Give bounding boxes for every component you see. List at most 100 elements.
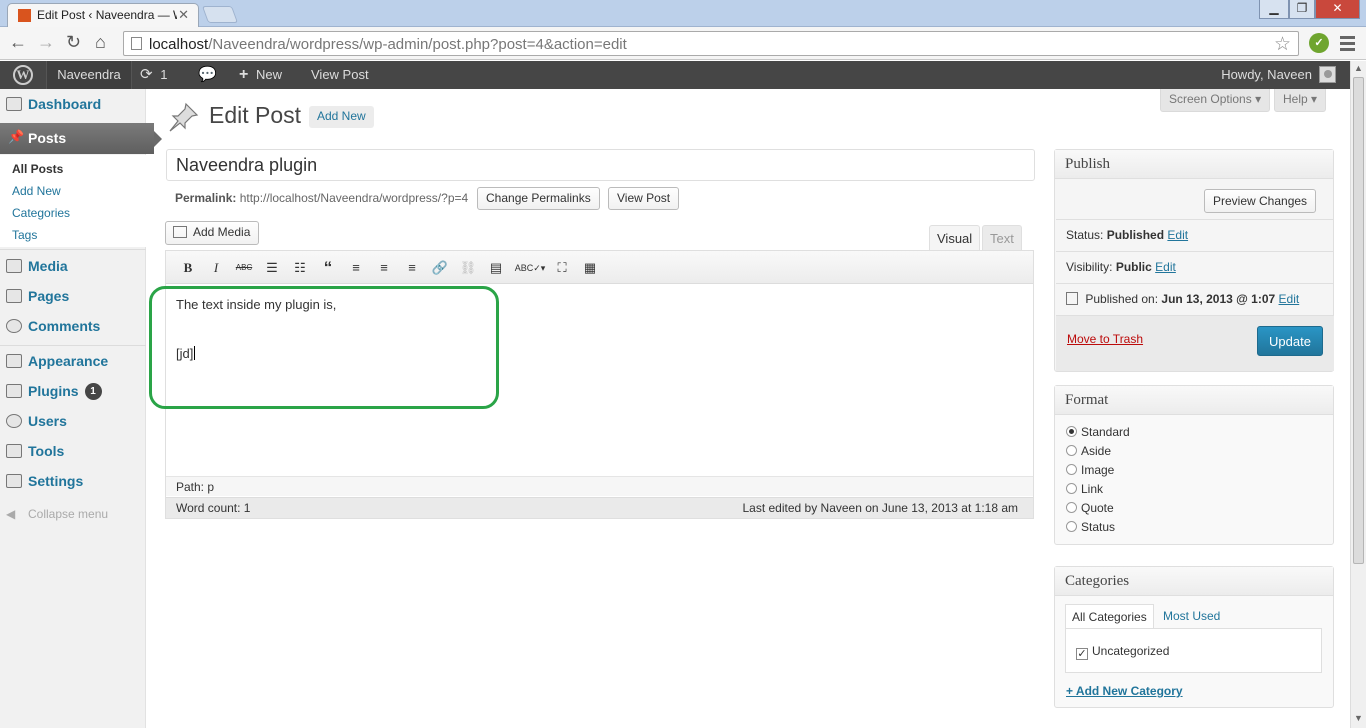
align-right-icon[interactable]: ≡: [402, 258, 422, 278]
sidebar-item-pages[interactable]: Pages: [0, 281, 146, 311]
align-center-icon[interactable]: ≡: [374, 258, 394, 278]
kitchen-sink-icon[interactable]: ▦: [580, 258, 600, 278]
sidebar-sub-all-posts[interactable]: All Posts: [12, 162, 63, 176]
publish-heading: Publish: [1055, 150, 1333, 179]
sidebar-item-posts[interactable]: 📌 Posts: [0, 123, 162, 154]
sidebar-sub-add-new[interactable]: Add New: [12, 184, 61, 198]
last-edited: Last edited by Naveen on June 13, 2013 a…: [742, 501, 1018, 515]
format-option-aside[interactable]: Aside: [1066, 444, 1111, 458]
help-button[interactable]: Help ▾: [1274, 89, 1327, 112]
strikethrough-icon[interactable]: ABC: [234, 258, 254, 278]
sidebar-item-settings[interactable]: Settings: [0, 466, 146, 496]
sidebar-item-dashboard[interactable]: Dashboard: [0, 89, 146, 119]
address-bar[interactable]: localhost/Naveendra/wordpress/wp-admin/p…: [123, 31, 1299, 56]
sidebar-collapse-menu[interactable]: ◀ Collapse menu: [0, 499, 146, 529]
admin-bar-new[interactable]: + New: [239, 61, 282, 89]
format-option-image[interactable]: Image: [1066, 463, 1114, 477]
view-post-button[interactable]: View Post: [608, 187, 680, 210]
radio-icon: [1066, 521, 1077, 532]
admin-bar-updates[interactable]: ⟳ 1: [140, 61, 167, 89]
fullscreen-icon[interactable]: ⛶: [552, 258, 572, 278]
admin-sidebar: Dashboard 📌 Posts All Posts Add New Cate…: [0, 89, 162, 728]
sidebar-sub-categories[interactable]: Categories: [12, 206, 70, 220]
pushpin-icon: 📌: [8, 129, 25, 144]
calendar-icon: [1066, 292, 1078, 305]
close-window-button[interactable]: ✕: [1315, 0, 1360, 19]
help-label: Help: [1283, 92, 1308, 106]
numbered-list-icon[interactable]: ☷: [290, 258, 310, 278]
sidebar-item-appearance[interactable]: Appearance: [0, 346, 146, 376]
tab-visual[interactable]: Visual: [929, 225, 981, 251]
format-option-status[interactable]: Status: [1066, 520, 1115, 534]
scroll-up-arrow-icon[interactable]: ▲: [1354, 63, 1363, 73]
reload-icon[interactable]: ↻: [66, 32, 81, 53]
more-tag-icon[interactable]: ▤: [486, 258, 506, 278]
sidebar-item-tools[interactable]: Tools: [0, 436, 146, 466]
italic-icon[interactable]: I: [206, 258, 226, 278]
add-new-post-button[interactable]: Add New: [309, 106, 374, 128]
admin-bar-site-name[interactable]: Naveendra: [46, 61, 132, 89]
category-item[interactable]: ✓ Uncategorized: [1076, 644, 1169, 660]
screen-options-button[interactable]: Screen Options ▾: [1160, 89, 1271, 112]
permalink: Permalink: http://localhost/Naveendra/wo…: [175, 191, 468, 205]
new-tab-button[interactable]: [201, 6, 239, 23]
tab-close-icon[interactable]: ✕: [178, 7, 189, 23]
extension-icon[interactable]: ✓: [1309, 33, 1329, 53]
updates-icon: ⟳: [140, 66, 153, 83]
update-button[interactable]: Update: [1257, 326, 1323, 356]
sidebar-divider: [0, 249, 146, 250]
sidebar-item-users[interactable]: Users: [0, 406, 146, 436]
edit-visibility-link[interactable]: Edit: [1155, 260, 1176, 274]
edit-date-link[interactable]: Edit: [1279, 292, 1300, 306]
sidebar-item-plugins[interactable]: Plugins 1: [0, 376, 146, 406]
back-arrow-icon[interactable]: ←: [9, 32, 27, 53]
bookmark-star-icon[interactable]: ☆: [1274, 33, 1291, 56]
permalink-url[interactable]: http://localhost/Naveendra/wordpress/?p=…: [240, 191, 468, 205]
scroll-down-arrow-icon[interactable]: ▼: [1354, 713, 1363, 723]
add-media-button[interactable]: Add Media: [165, 221, 260, 245]
align-left-icon[interactable]: ≡: [346, 258, 366, 278]
home-icon[interactable]: ⌂: [95, 32, 106, 53]
link-icon[interactable]: 🔗: [430, 258, 450, 278]
move-to-trash-link[interactable]: Move to Trash: [1067, 332, 1143, 346]
wordpress-logo-icon[interactable]: W: [0, 61, 46, 89]
unlink-icon[interactable]: ⛓: [458, 258, 478, 278]
tab-most-used[interactable]: Most Used: [1157, 604, 1226, 629]
blockquote-icon[interactable]: “: [318, 258, 338, 278]
word-count: Word count: 1: [176, 501, 251, 515]
page-icon: [131, 37, 142, 50]
bold-icon[interactable]: B: [178, 258, 198, 278]
format-option-link[interactable]: Link: [1066, 482, 1103, 496]
browser-menu-icon[interactable]: [1340, 36, 1355, 54]
tab-all-categories[interactable]: All Categories: [1065, 604, 1154, 629]
browser-tab[interactable]: Edit Post ‹ Naveendra — W ✕: [7, 3, 199, 27]
sidebar-item-comments[interactable]: Comments: [0, 311, 146, 341]
edit-status-link[interactable]: Edit: [1167, 228, 1188, 242]
post-title-input[interactable]: Naveendra plugin: [166, 149, 1035, 181]
change-permalinks-button[interactable]: Change Permalinks: [477, 187, 600, 210]
bullet-list-icon[interactable]: ☰: [262, 258, 282, 278]
forward-arrow-icon[interactable]: →: [37, 32, 55, 53]
restore-window-button[interactable]: ❐: [1289, 0, 1315, 19]
avatar[interactable]: [1319, 66, 1336, 83]
scrollbar-thumb[interactable]: [1353, 77, 1364, 564]
minimize-window-button[interactable]: ▁: [1259, 0, 1289, 19]
admin-bar-view-post[interactable]: View Post: [311, 61, 369, 89]
sidebar-item-media[interactable]: Media: [0, 251, 146, 281]
add-new-category-link[interactable]: + Add New Category: [1066, 684, 1183, 698]
post-visibility-value: Public: [1115, 260, 1152, 274]
admin-bar-howdy[interactable]: Howdy, Naveen: [1221, 61, 1312, 89]
comments-bubble-icon[interactable]: 💬: [198, 61, 217, 89]
posts-submenu: All Posts Add New Categories Tags: [0, 155, 146, 247]
spellcheck-icon[interactable]: ABC✓▾: [514, 258, 546, 278]
publish-divider: [1056, 283, 1334, 284]
sidebar-sub-tags[interactable]: Tags: [12, 228, 37, 242]
format-option-standard[interactable]: Standard: [1066, 425, 1130, 439]
page-scrollbar[interactable]: ▲ ▼: [1350, 61, 1366, 728]
editor-path: Path: p: [176, 480, 215, 494]
media-icon: [6, 259, 22, 273]
format-option-quote[interactable]: Quote: [1066, 501, 1114, 515]
preview-changes-button[interactable]: Preview Changes: [1204, 189, 1317, 213]
publish-date-value: Jun 13, 2013 @ 1:07: [1161, 292, 1276, 306]
tab-text[interactable]: Text: [982, 225, 1022, 251]
